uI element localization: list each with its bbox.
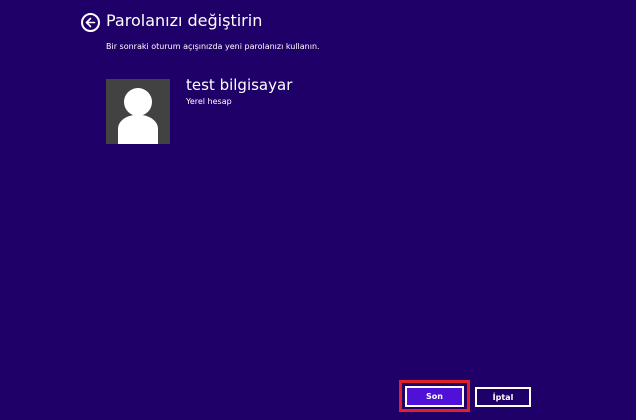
back-arrow-icon: [85, 17, 96, 28]
back-button[interactable]: [81, 13, 100, 32]
instructions-text: Bir sonraki oturum açışınızda yeni parol…: [106, 42, 320, 51]
cancel-button[interactable]: İptal: [475, 387, 531, 407]
user-silhouette-icon: [106, 79, 170, 144]
account-type: Yerel hesap: [186, 97, 232, 106]
avatar: [106, 79, 170, 144]
page-title: Parolanızı değiştirin: [106, 11, 263, 30]
user-name: test bilgisayar: [186, 76, 293, 94]
finish-button[interactable]: Son: [405, 386, 464, 407]
